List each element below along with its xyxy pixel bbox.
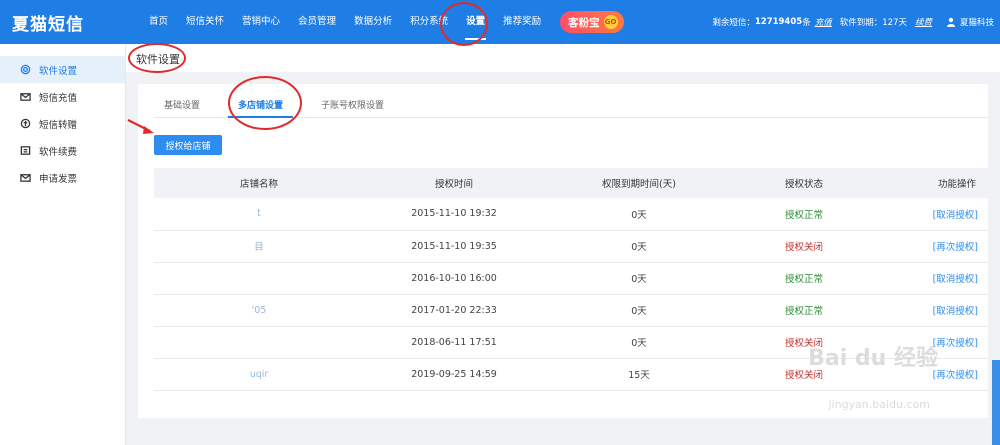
sidebar-item-invoice[interactable]: 申请发票 <box>0 164 125 191</box>
table-row: 目 2015-11-10 19:35 0天 授权关闭 [再次授权] <box>154 230 988 262</box>
expire-days: 0天 <box>631 306 647 317</box>
shop-name <box>154 326 364 358</box>
nav-sms-care[interactable]: 短信关怀 <box>177 0 233 44</box>
status-badge: 授权正常 <box>784 306 823 317</box>
status-badge: 授权正常 <box>784 209 823 221</box>
sidebar-item-software-renew[interactable]: 软件续费 <box>0 137 125 164</box>
sidebar-item-label: 软件续费 <box>39 146 78 158</box>
brand-logo[interactable]: 夏猫短信 <box>0 10 126 35</box>
expire-days: 0天 <box>631 242 647 253</box>
col-auth-status: 授权状态 <box>784 179 823 190</box>
auth-time: 2015-11-10 19:35 <box>411 240 497 252</box>
auth-time: 2016-10-10 16:00 <box>411 272 497 284</box>
table-row: t 2015-11-10 19:32 0天 授权正常 [取消授权] <box>154 198 988 230</box>
sms-balance-label: 剩余短信： <box>712 18 755 28</box>
expire-days: 0天 <box>631 274 647 285</box>
annotation-circle-page-title <box>128 43 186 73</box>
sidebar-item-label: 短信转赠 <box>39 119 78 131</box>
col-expire-days: 权限到期时间(天) <box>602 179 676 190</box>
table-header-row: 店铺名称 授权时间 权限到期时间(天) 授权状态 功能操作 <box>154 168 988 198</box>
authorize-shop-button[interactable]: 授权给店铺 <box>154 135 222 155</box>
table-row: '05 2017-01-20 22:33 0天 授权正常 [取消授权] <box>154 294 988 326</box>
sidebar-item-sms-transfer[interactable]: 短信转赠 <box>0 110 125 137</box>
sidebar: 软件设置 短信充值 短信转赠 软件续费 申请发票 <box>0 44 126 445</box>
sidebar-item-software-settings[interactable]: 软件设置 <box>0 56 125 83</box>
col-auth-time: 授权时间 <box>434 179 473 190</box>
nav-referral[interactable]: 推荐奖励 <box>494 0 550 44</box>
sidebar-item-label: 软件设置 <box>39 65 78 77</box>
gear-icon <box>20 64 31 75</box>
transfer-icon <box>20 118 31 129</box>
annotation-arrow-icon <box>127 119 154 134</box>
promo-button[interactable]: 客粉宝 GO <box>560 11 624 33</box>
top-navbar: 夏猫短信 首页 短信关怀 营销中心 会员管理 数据分析 积分系统 设置 推荐奖励… <box>0 0 1000 44</box>
main-nav: 首页 短信关怀 营销中心 会员管理 数据分析 积分系统 设置 推荐奖励 客粉宝 … <box>140 0 624 44</box>
cancel-auth-link[interactable]: [取消授权] <box>874 262 988 294</box>
baidu-watermark: Bai du 经验 <box>808 346 938 371</box>
nav-marketing[interactable]: 营销中心 <box>233 0 289 44</box>
sidebar-item-sms-recharge[interactable]: 短信充值 <box>0 83 125 110</box>
status-badge: 授权正常 <box>784 274 823 285</box>
nav-members[interactable]: 会员管理 <box>289 0 345 44</box>
shop-name: '05 <box>251 304 267 316</box>
col-shop-name: 店铺名称 <box>239 179 278 190</box>
sidebar-item-label: 短信充值 <box>39 92 78 104</box>
renew-icon <box>20 146 31 155</box>
user-icon <box>946 17 955 27</box>
sms-balance-unit: 条 <box>802 18 811 28</box>
shop-name <box>154 262 364 294</box>
scrollbar-strip[interactable] <box>992 360 1000 445</box>
status-badge: 授权关闭 <box>784 242 823 253</box>
auth-time: 2019-09-25 14:59 <box>411 368 497 380</box>
shop-name: t <box>257 208 261 220</box>
expire-label: 软件到期： <box>839 18 883 28</box>
shop-name: uqir <box>249 368 269 380</box>
sidebar-item-label: 申请发票 <box>39 173 78 185</box>
auth-time: 2018-06-11 17:51 <box>411 336 497 348</box>
user-name[interactable]: 夏猫科技 <box>960 16 994 28</box>
account-info: 剩余短信： 12719405 条 充值 软件到期： 127天 续费 夏猫科技 <box>712 0 994 44</box>
col-actions: 功能操作 <box>937 179 976 190</box>
expire-days: 0天 <box>631 209 647 221</box>
reauthorize-link[interactable]: [再次授权] <box>874 230 988 262</box>
promo-label: 客粉宝 <box>568 16 600 29</box>
cancel-auth-link[interactable]: [取消授权] <box>874 294 988 326</box>
nav-home[interactable]: 首页 <box>140 0 177 44</box>
recharge-link[interactable]: 充值 <box>815 16 832 28</box>
expire-days: 15天 <box>628 370 650 381</box>
expire-days: 0天 <box>631 338 647 349</box>
envelope-icon <box>20 93 31 101</box>
promo-go-badge: GO <box>603 15 618 29</box>
annotation-circle-settings-nav <box>440 2 488 46</box>
tab-basic-settings[interactable]: 基础设置 <box>154 94 210 117</box>
table-row: 2016-10-10 16:00 0天 授权正常 [取消授权] <box>154 262 988 294</box>
invoice-icon <box>20 174 31 182</box>
auth-time: 2015-11-10 19:32 <box>411 208 497 220</box>
page-header: 软件设置 <box>126 44 1000 72</box>
expire-value: 127天 <box>882 18 907 28</box>
tab-subaccount-permissions[interactable]: 子账号权限设置 <box>311 94 394 117</box>
cancel-auth-link[interactable]: [取消授权] <box>874 198 988 230</box>
shop-name: 目 <box>254 242 264 253</box>
baidu-watermark-url: jingyan.baidu.com <box>828 398 930 411</box>
renew-link[interactable]: 续费 <box>915 16 932 28</box>
annotation-circle-multi-shop-tab <box>228 76 302 130</box>
auth-time: 2017-01-20 22:33 <box>411 304 497 316</box>
nav-analytics[interactable]: 数据分析 <box>345 0 401 44</box>
sms-balance-value: 12719405 <box>754 17 803 27</box>
